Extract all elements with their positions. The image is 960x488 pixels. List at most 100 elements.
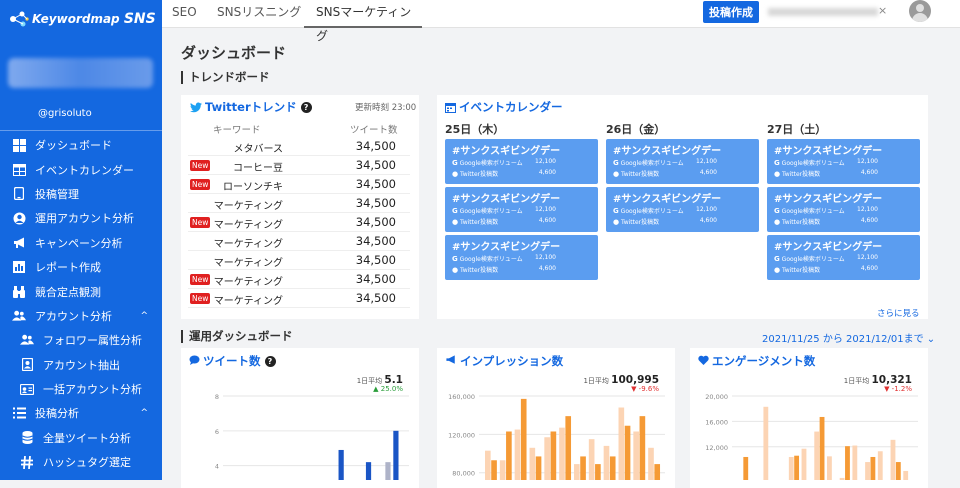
event-card[interactable]: #サンクスギビングデー G Google検索ボリューム 12,100 ● Twitte… [767,139,920,184]
chevron-up-icon[interactable]: ^ [140,408,148,418]
trend-row[interactable]: New マーケティング 34,500 [188,289,410,308]
create-post-button[interactable]: 投稿作成 [703,1,759,23]
y-tick-label: 120,000 [448,431,475,439]
bar [819,416,825,480]
twitter-count-label: ● Twitter投稿数 [452,265,498,274]
calendar-icon [445,102,456,113]
google-icon: G [774,207,780,215]
bar [788,456,794,480]
trend-row[interactable]: New コーヒー豆 34,500 [188,156,410,175]
profile-avatar[interactable] [8,58,153,88]
trend-count: 34,500 [355,196,396,210]
id-card-icon [20,382,34,396]
event-card[interactable]: #サンクスギビングデー G Google検索ボリューム 12,100 ● Twitte… [606,139,759,184]
avg-label: 1日平均 [583,377,609,385]
chevron-up-icon[interactable]: ^ [140,311,148,321]
help-icon[interactable]: ? [300,101,312,113]
sidebar-item-label: アカウント抽出 [43,358,120,372]
trend-row[interactable]: マーケティング 34,500 [188,194,410,213]
bar-chart-plot: 20,000 16,000 12,000 [705,393,918,480]
clear-icon[interactable]: × [878,4,887,17]
sidebar-item-2[interactable]: 投稿管理 [0,182,162,206]
twitter-bird-icon: ● [452,218,459,226]
trend-row[interactable]: マーケティング 34,500 [188,251,410,270]
sidebar-item-9[interactable]: アカウント抽出 [0,353,162,377]
google-volume-value: 12,100 [696,206,717,213]
twitter-trend-label: Twitterトレンド [205,100,297,114]
bar [574,464,580,480]
sidebar-item-10[interactable]: 一括アカウント分析 [0,377,162,401]
sidebar-item-7[interactable]: アカウント分析 ^ [0,304,162,328]
google-icon: G [452,159,458,167]
sidebar-item-1[interactable]: イベントカレンダー [0,157,162,181]
top-bar: SEO SNSリスニング SNSマーケティング 投稿作成 × [162,0,960,43]
bar [609,456,616,480]
list-icon [12,406,26,420]
trend-row[interactable]: New マーケティング 34,500 [188,270,410,289]
update-time: 更新時刻 23:00 [355,103,417,113]
sidebar-item-6[interactable]: 競合定点観測 [0,279,162,303]
bar [385,462,391,480]
twitter-bird-icon [190,102,202,112]
twitter-label-text: Twitter投稿数 [460,219,499,226]
hashtag-icon [20,455,34,469]
y-tick-label: 6 [215,428,219,436]
twitter-trend-title: Twitterトレンド ? [190,99,312,115]
google-icon: G [774,159,780,167]
tab-sns-listening[interactable]: SNSリスニング [217,0,301,28]
event-card[interactable]: #サンクスギビングデー G Google検索ボリューム 12,100 ● Twitte… [445,235,598,280]
event-card[interactable]: #サンクスギビングデー G Google検索ボリューム 12,100 ● Twitte… [606,187,759,232]
sidebar-item-8[interactable]: フォロワー属性分析 [0,328,162,352]
trend-keyword: マーケティング [213,258,283,269]
trend-row[interactable]: マーケティング 34,500 [188,232,410,251]
sidebar-item-11[interactable]: 投稿分析 ^ [0,401,162,425]
trend-row[interactable]: New ローソンチキ 34,500 [188,175,410,194]
calendar-day-header: 26日（金） [606,123,666,136]
twitter-count-value: 4,600 [699,217,717,224]
event-card[interactable]: #サンクスギビングデー G Google検索ボリューム 12,100 ● Twitte… [445,187,598,232]
google-volume-value: 12,100 [857,206,878,213]
date-range-selector[interactable]: 2021/11/25 から 2021/12/01まで ⌄ [762,330,935,345]
sidebar-item-label: 投稿管理 [35,187,79,201]
see-more-link[interactable]: さらに見る [877,307,920,319]
sidebar-item-label: レポート作成 [35,261,101,275]
event-card[interactable]: #サンクスギビングデー G Google検索ボリューム 12,100 ● Twitte… [767,187,920,232]
sidebar-item-3[interactable]: 運用アカウント分析 [0,206,162,230]
google-icon: G [452,255,458,263]
bar [895,462,901,480]
sidebar-item-0[interactable]: ダッシュボード [0,133,162,157]
sidebar-item-4[interactable]: キャンペーン分析 [0,231,162,255]
sidebar-item-13[interactable]: ハッシュタグ選定 [0,450,162,474]
event-name: #サンクスギビングデー [613,194,722,205]
app-logo[interactable]: Keywordmap SNS [9,10,156,28]
tab-sns-marketing[interactable]: SNSマーケティング [304,0,422,43]
twitter-count-label: ● Twitter投稿数 [452,217,498,226]
bar [499,460,506,480]
bar [903,470,909,480]
y-tick-label: 12,000 [705,444,728,452]
event-name: #サンクスギビングデー [774,146,883,157]
bar [580,456,586,480]
google-volume-value: 12,100 [535,206,556,213]
tab-seo[interactable]: SEO [172,0,197,28]
user-avatar-icon[interactable] [909,0,931,22]
username: @grisoluto [38,108,92,119]
trend-count: 34,500 [355,177,396,191]
trend-row[interactable]: メタバース 34,500 [188,137,410,156]
sidebar-item-12[interactable]: 全量ツイート分析 [0,426,162,450]
event-calendar-title: イベントカレンダー [445,99,563,115]
chart-title-label: ツイート数 [203,354,261,368]
sidebar-item-5[interactable]: レポート作成 [0,255,162,279]
twitter-count-value: 4,600 [538,169,556,176]
twitter-bird-icon: ● [774,170,781,178]
database-icon [20,431,34,445]
event-card[interactable]: #サンクスギビングデー G Google検索ボリューム 12,100 ● Twitte… [445,139,598,184]
help-icon[interactable]: ? [264,355,276,367]
sidebar-item-label: ハッシュタグ選定 [43,456,131,470]
event-calendar-label: イベントカレンダー [459,100,563,114]
tweet-count-header: ツイート数 [350,125,398,136]
event-card[interactable]: #サンクスギビングデー G Google検索ボリューム 12,100 ● Twitte… [767,235,920,280]
google-icon: G [613,207,619,215]
bar [559,427,565,480]
trend-row[interactable]: New マーケティング 34,500 [188,213,410,232]
